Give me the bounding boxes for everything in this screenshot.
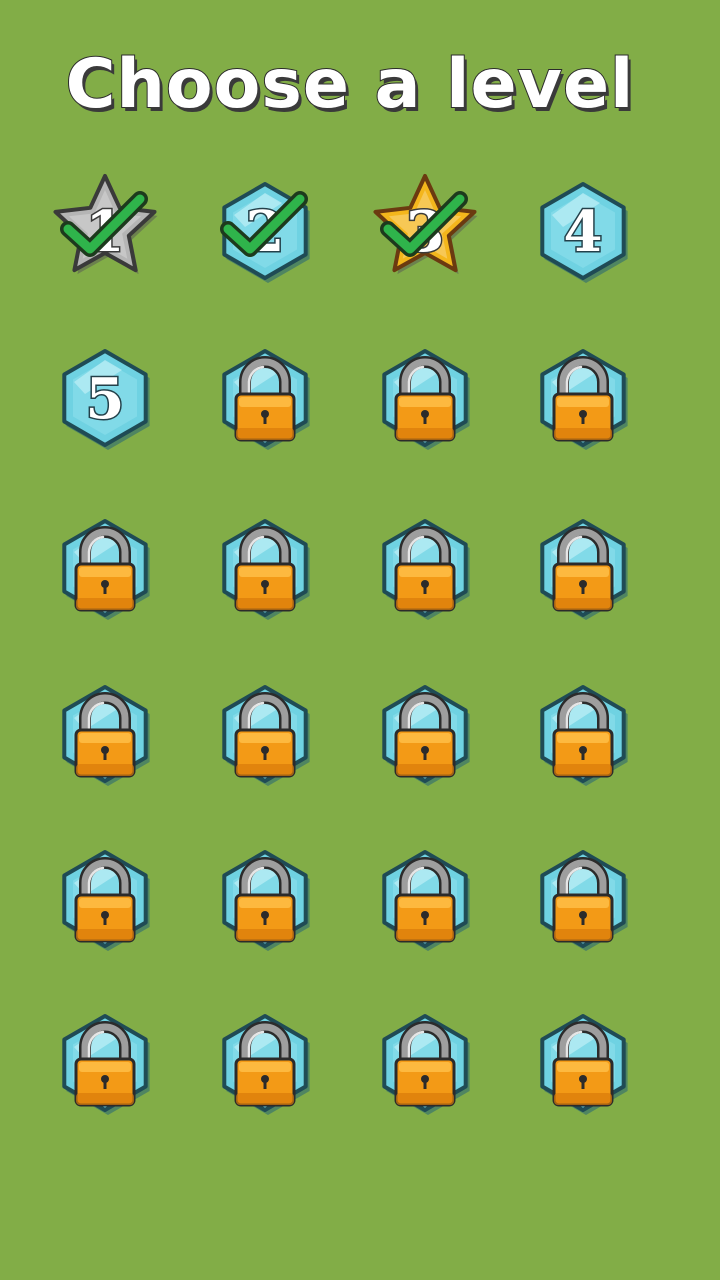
checkmark-icon	[380, 191, 468, 257]
level-badge	[540, 349, 628, 450]
locked-level-tile[interactable]	[518, 332, 648, 462]
locked-level-tile[interactable]	[40, 833, 170, 963]
level-badge	[62, 850, 150, 951]
level-badge	[540, 850, 628, 951]
level-badge	[382, 349, 470, 450]
level-badge	[62, 519, 150, 620]
level-badge	[222, 685, 310, 786]
locked-level-tile[interactable]	[518, 502, 648, 632]
level-badge	[222, 519, 310, 620]
locked-level-tile[interactable]	[200, 668, 330, 798]
level-badge	[222, 1014, 310, 1115]
level-badge	[540, 1014, 628, 1115]
level-badge	[382, 850, 470, 951]
locked-level-tile[interactable]	[200, 997, 330, 1127]
level-grid: 123 4 5	[40, 165, 680, 1165]
level-badge	[62, 685, 150, 786]
level-2-button[interactable]: 2	[200, 165, 330, 295]
level-badge	[222, 349, 310, 450]
locked-level-tile[interactable]	[518, 997, 648, 1127]
level-1-button[interactable]: 1	[40, 165, 170, 295]
locked-level-tile[interactable]	[200, 502, 330, 632]
locked-level-tile[interactable]	[360, 502, 490, 632]
level-badge	[540, 685, 628, 786]
level-3-button[interactable]: 3	[360, 165, 490, 295]
checkmark-icon	[60, 191, 148, 257]
locked-level-tile[interactable]	[40, 502, 170, 632]
locked-level-tile[interactable]	[360, 833, 490, 963]
page-title: Choose a level	[65, 44, 635, 125]
locked-level-tile[interactable]	[360, 332, 490, 462]
locked-level-tile[interactable]	[40, 997, 170, 1127]
locked-level-tile[interactable]	[40, 668, 170, 798]
level-5-button[interactable]: 5	[40, 332, 170, 462]
level-badge	[62, 1014, 150, 1115]
locked-level-tile[interactable]	[518, 668, 648, 798]
level-badge	[540, 519, 628, 620]
locked-level-tile[interactable]	[360, 668, 490, 798]
level-number: 4	[562, 198, 604, 267]
locked-level-tile[interactable]	[200, 833, 330, 963]
level-badge	[222, 850, 310, 951]
checkmark-icon	[220, 191, 308, 257]
locked-level-tile[interactable]	[200, 332, 330, 462]
level-badge	[382, 519, 470, 620]
locked-level-tile[interactable]	[360, 997, 490, 1127]
level-badge	[382, 1014, 470, 1115]
level-4-button[interactable]: 4	[518, 165, 648, 295]
level-number: 5	[84, 365, 126, 434]
locked-level-tile[interactable]	[518, 833, 648, 963]
level-badge	[382, 685, 470, 786]
